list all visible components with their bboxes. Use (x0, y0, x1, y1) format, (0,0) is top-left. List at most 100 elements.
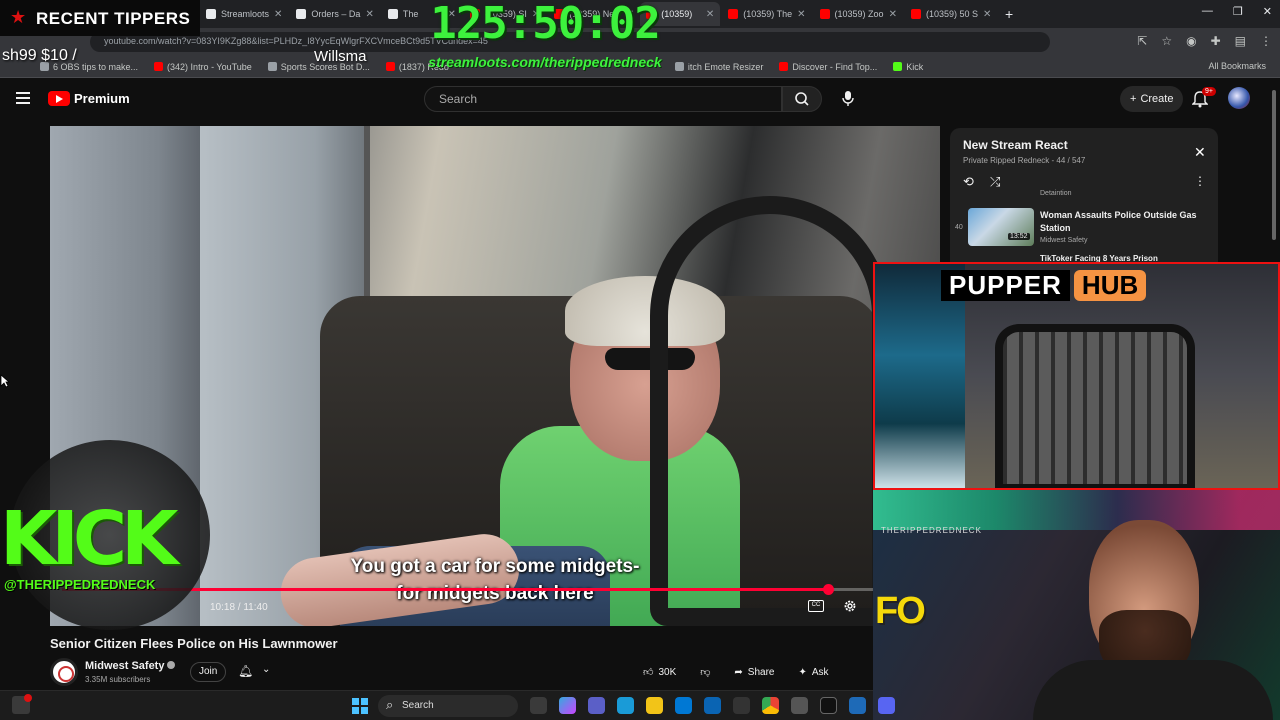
youtube-logo[interactable]: Premium (48, 91, 130, 106)
account-avatar[interactable] (1228, 87, 1250, 109)
dislike-button[interactable]: 👎︎ (692, 662, 718, 682)
close-icon[interactable]: ✕ (983, 9, 991, 20)
chevron-down-icon[interactable]: ⌄ (262, 664, 270, 675)
share-button[interactable]: ➦ Share (726, 662, 782, 682)
search-button[interactable] (782, 86, 822, 112)
browser-tab[interactable]: (10359) 50 S ✕ (905, 2, 995, 26)
sidebar-icon[interactable]: ▤ (1235, 34, 1246, 48)
close-icon[interactable]: ✕ (706, 9, 714, 20)
pupper-hub-logo: PUPPER HUB (941, 268, 1147, 302)
plus-icon: + (1130, 93, 1137, 105)
playlist-item-duration: 13:52 (1008, 233, 1030, 240)
windows-start-icon[interactable] (352, 698, 368, 714)
channel-avatar[interactable] (50, 658, 78, 686)
channel-name[interactable]: Midwest Safety (85, 660, 176, 672)
bookmark-item[interactable]: (342) Intro - YouTube (154, 62, 252, 72)
video-title: Senior Citizen Flees Police on His Lawnm… (50, 636, 338, 651)
task-view-icon[interactable] (530, 697, 547, 714)
bookmark-star-icon[interactable]: ☆ (1161, 34, 1172, 48)
all-bookmarks[interactable]: All Bookmarks (1208, 61, 1266, 71)
browser-tab[interactable]: Orders – Da ✕ (290, 2, 379, 26)
playlist-prev-channel: Detaintion (1040, 190, 1072, 197)
install-icon[interactable]: ⇱ (1137, 34, 1147, 48)
playlist-title[interactable]: New Stream React (963, 138, 1068, 152)
progress-scrubber[interactable] (822, 584, 834, 595)
logo-text: Premium (74, 91, 130, 106)
verified-icon (167, 661, 176, 669)
bookmark-item[interactable]: Kick (893, 62, 923, 72)
tab-label: (10359) The (743, 9, 793, 19)
microphone-icon[interactable] (838, 88, 858, 108)
teams-icon[interactable] (588, 697, 605, 714)
tipper-entry-next: Willsma (314, 48, 367, 65)
outlook-icon[interactable] (704, 697, 721, 714)
webcam-banner-text: THERIPPEDREDNECK (881, 526, 982, 535)
notification-count-badge: 9+ (1202, 87, 1216, 96)
minimize-icon[interactable]: — (1202, 5, 1213, 18)
new-tab-button[interactable]: + (997, 6, 1021, 22)
shuffle-icon[interactable]: ⤮ (990, 174, 1000, 190)
menu-dots-icon[interactable]: ⋮ (1260, 34, 1272, 48)
playlist-item-thumbnail (968, 208, 1034, 246)
ask-button[interactable]: ✦ Ask (790, 662, 836, 682)
close-icon[interactable]: ✕ (889, 9, 897, 20)
extension-icon[interactable]: ◉ (1186, 34, 1196, 48)
file-explorer-icon[interactable] (646, 697, 663, 714)
join-button[interactable]: Join (190, 662, 227, 682)
close-icon[interactable]: ✕ (365, 9, 373, 20)
browser-tab[interactable]: (10359) The ✕ (722, 2, 811, 26)
bookmark-label: Kick (906, 61, 924, 72)
restore-icon[interactable]: ❐ (1233, 5, 1243, 18)
recent-tippers-label: RECENT TIPPERS (36, 9, 191, 28)
youtube-play-icon (48, 91, 70, 106)
playlist-subtitle: Private Ripped Redneck - 44 / 547 (963, 156, 1086, 165)
close-icon[interactable]: ✕ (1194, 144, 1206, 161)
page-scrollbar[interactable] (1272, 90, 1276, 240)
store-icon[interactable] (675, 697, 692, 714)
captions-icon[interactable]: CC (808, 600, 824, 612)
app-icon[interactable] (849, 697, 866, 714)
pupper-logo-left: PUPPER (941, 269, 1070, 301)
taskbar-apps (530, 697, 895, 714)
create-button[interactable]: + Create (1120, 86, 1184, 112)
tab-favicon (206, 9, 216, 19)
subscriber-count: 3.35M subscribers (85, 675, 151, 684)
more-options-icon[interactable]: ⋮ (1194, 174, 1206, 188)
search-input[interactable]: Search (424, 86, 782, 112)
tab-favicon (387, 9, 398, 19)
create-label: Create (1140, 93, 1174, 105)
discord-icon[interactable] (878, 697, 895, 714)
tipper-entry: sh99 $10 / (2, 47, 77, 64)
edge-icon[interactable] (617, 697, 634, 714)
youtube-favicon-icon (385, 62, 395, 71)
browser-tab[interactable]: (10359) Zoo ✕ (814, 2, 903, 26)
close-icon[interactable]: ✕ (274, 9, 282, 20)
video-actions: 👍︎ 30K 👎︎ ➦ Share ✦ Ask (635, 662, 837, 682)
loop-icon[interactable]: ⟲ (963, 174, 974, 190)
playlist-item[interactable]: 40 13:52 Woman Assaults Police Outside G… (950, 206, 1218, 256)
playlist-item-index: 40 (955, 224, 963, 231)
mouse-cursor-icon (0, 374, 10, 388)
search-icon (795, 92, 809, 106)
browser-tab[interactable]: Streamloots ✕ (200, 2, 288, 26)
copilot-icon[interactable] (559, 697, 576, 714)
bookmark-label: itch Emote Resizer (687, 61, 764, 72)
close-icon[interactable]: ✕ (797, 9, 805, 20)
app-icon[interactable] (791, 697, 808, 714)
stream-url-overlay: streamloots.com/therippedredneck (428, 54, 662, 70)
like-button[interactable]: 👍︎ 30K (635, 662, 684, 682)
bookmark-item[interactable]: Discover - Find Top... (779, 62, 877, 72)
streamer-webcam: THERIPPEDREDNECK FO (873, 490, 1280, 720)
puzzle-icon[interactable]: ✚ (1211, 34, 1221, 48)
obs-icon[interactable] (733, 697, 750, 714)
terminal-icon[interactable] (820, 697, 837, 714)
youtube-favicon-icon (728, 9, 739, 19)
close-window-icon[interactable]: ✕ (1263, 5, 1272, 18)
subscription-bell-icon[interactable]: 🔔︎ (238, 664, 253, 678)
playlist-item-title: Woman Assaults Police Outside Gas Statio… (1040, 210, 1197, 233)
chrome-icon[interactable] (762, 697, 779, 714)
taskbar-search[interactable]: Search (378, 695, 518, 717)
settings-gear-icon[interactable] (842, 598, 858, 614)
youtube-favicon-icon (154, 62, 164, 71)
menu-icon[interactable] (16, 92, 30, 107)
